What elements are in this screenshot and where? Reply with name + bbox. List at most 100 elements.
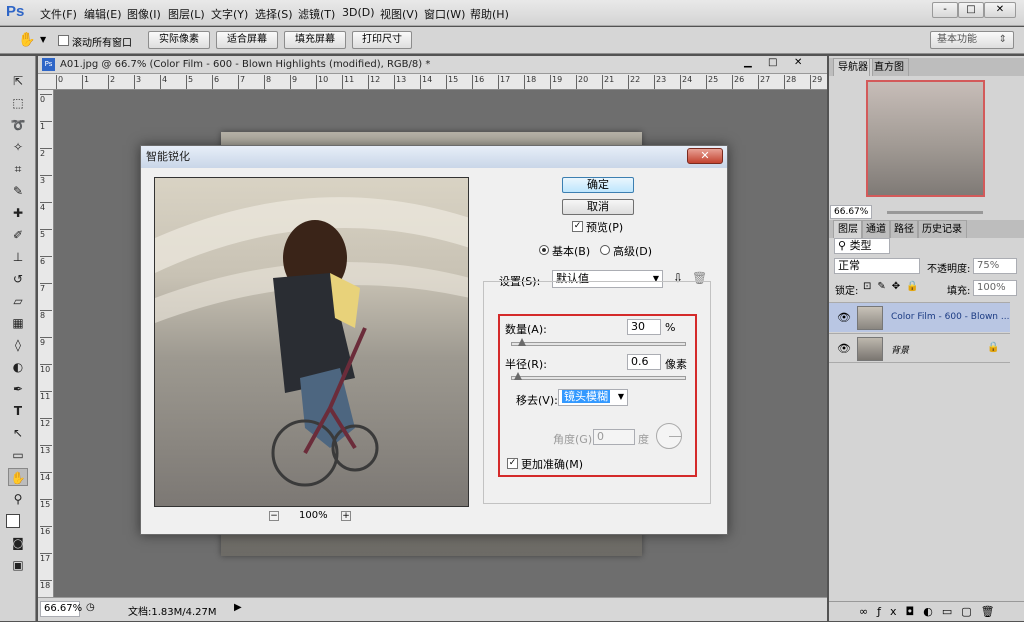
doc-close-icon[interactable]: ✕	[794, 57, 802, 68]
menu-help[interactable]: 帮助(H)	[470, 6, 509, 22]
eye-icon[interactable]: 👁	[837, 311, 851, 324]
more-accurate-checkbox[interactable]: ✓	[507, 458, 518, 469]
angle-dial[interactable]	[656, 423, 682, 449]
radius-field[interactable]: 0.6	[627, 354, 661, 370]
menu-window[interactable]: 窗口(W)	[424, 6, 465, 22]
eyedropper-tool-icon[interactable]: ✎	[8, 182, 28, 200]
layer-filter-select[interactable]: ⚲ 类型	[834, 238, 890, 254]
history-brush-icon[interactable]: ↺	[8, 270, 28, 288]
doc-minimize-icon[interactable]: ▁	[744, 57, 752, 68]
menu-3d[interactable]: 3D(D)	[342, 6, 375, 19]
preview-image[interactable]	[154, 177, 469, 507]
layer-row[interactable]: 👁 背景 🔒	[829, 333, 1010, 363]
stamp-tool-icon[interactable]: ⊥	[8, 248, 28, 266]
actual-pixels-button[interactable]: 实际像素	[148, 31, 210, 49]
opacity-field[interactable]: 75%	[973, 258, 1017, 274]
preview-checkbox[interactable]: ✓	[572, 221, 583, 232]
navigator-thumbnail[interactable]	[866, 80, 985, 197]
foreground-color[interactable]	[6, 514, 20, 528]
menu-layer[interactable]: 图层(L)	[168, 6, 205, 22]
lasso-tool-icon[interactable]: ➰	[8, 116, 28, 134]
doc-maximize-icon[interactable]: □	[768, 57, 777, 68]
healing-tool-icon[interactable]: ✚	[8, 204, 28, 222]
hand-tool-icon[interactable]: ✋	[18, 32, 35, 48]
scroll-all-label: 滚动所有窗口	[72, 38, 132, 49]
ruler-tick-label: 8	[40, 310, 52, 320]
ruler-tick-label: 23	[654, 75, 666, 89]
angle-field[interactable]: 0	[593, 429, 635, 445]
amount-slider-knob[interactable]	[517, 338, 526, 346]
preview-zoom-out-button[interactable]: −	[269, 511, 279, 521]
eraser-tool-icon[interactable]: ▱	[8, 292, 28, 310]
basic-radio[interactable]	[539, 245, 549, 255]
fit-screen-button[interactable]: 适合屏幕	[216, 31, 278, 49]
radius-slider-knob[interactable]	[514, 372, 522, 380]
ruler-tick-label: 14	[40, 472, 52, 482]
menu-edit[interactable]: 编辑(E)	[84, 6, 122, 22]
layer-name[interactable]: Color Film - 600 - Blown ...	[891, 312, 1009, 322]
preview-zoom-in-button[interactable]: +	[341, 511, 351, 521]
scroll-all-checkbox[interactable]	[58, 35, 69, 46]
screen-mode-icon[interactable]: ▣	[8, 556, 28, 574]
path-select-icon[interactable]: ↖	[8, 424, 28, 442]
shape-tool-icon[interactable]: ▭	[8, 446, 28, 464]
tab-history[interactable]: 历史记录	[917, 220, 967, 238]
tab-layers[interactable]: 图层	[833, 220, 863, 238]
tab-channels[interactable]: 通道	[861, 220, 891, 238]
gradient-tool-icon[interactable]: ▦	[8, 314, 28, 332]
blur-tool-icon[interactable]: ◊	[8, 336, 28, 354]
navigator-zoom-slider[interactable]	[887, 211, 983, 214]
brush-tool-icon[interactable]: ✐	[8, 226, 28, 244]
menu-view[interactable]: 视图(V)	[380, 6, 418, 22]
ruler-tick-label: 6	[212, 75, 219, 89]
menu-file[interactable]: 文件(F)	[40, 6, 77, 22]
fill-field[interactable]: 100%	[973, 280, 1017, 296]
navigator-tabs: 导航器 直方图	[829, 58, 1024, 76]
ok-button[interactable]: 确定	[562, 177, 634, 193]
ruler-tick-label: 9	[290, 75, 297, 89]
document-tab[interactable]: Ps A01.jpg @ 66.7% (Color Film - 600 - B…	[38, 56, 827, 74]
zoom-field[interactable]: 66.67%	[40, 601, 82, 617]
chevron-down-icon[interactable]: ▼	[40, 35, 46, 44]
dodge-tool-icon[interactable]: ◐	[8, 358, 28, 376]
navigator-zoom-field[interactable]: 66.67%	[830, 205, 872, 219]
blend-mode-select[interactable]: 正常	[834, 258, 920, 274]
lock-icons[interactable]: ⊡✎✥🔒	[863, 281, 925, 292]
amount-field[interactable]: 30	[627, 319, 661, 335]
tab-navigator[interactable]: 导航器	[833, 58, 873, 76]
triangle-right-icon[interactable]: ▶	[234, 602, 242, 613]
radius-slider[interactable]	[511, 376, 686, 380]
quick-mask-icon[interactable]: ◙	[8, 534, 28, 552]
cancel-button[interactable]: 取消	[562, 199, 634, 215]
close-button[interactable]: ✕	[984, 2, 1016, 18]
menu-type[interactable]: 文字(Y)	[211, 6, 248, 22]
pen-tool-icon[interactable]: ✒	[8, 380, 28, 398]
layer-name[interactable]: 背景	[891, 343, 909, 356]
ruler-tick-label: 5	[186, 75, 193, 89]
tab-paths[interactable]: 路径	[889, 220, 919, 238]
zoom-tool-icon[interactable]: ⚲	[8, 490, 28, 508]
eye-icon[interactable]: 👁	[837, 342, 851, 355]
move-tool-icon[interactable]: ⇱	[8, 72, 28, 90]
quick-select-tool-icon[interactable]: ✧	[8, 138, 28, 156]
maximize-button[interactable]: □	[958, 2, 984, 18]
print-size-button[interactable]: 打印尺寸	[352, 31, 412, 49]
dialog-close-button[interactable]: ✕	[687, 148, 723, 164]
advanced-radio[interactable]	[600, 245, 610, 255]
workspace-select[interactable]: 基本功能 ⇕	[930, 31, 1014, 49]
menu-image[interactable]: 图像(I)	[127, 6, 161, 22]
layer-footer-icons[interactable]: ∞ƒx◘◐▭▢🗑	[829, 601, 1024, 621]
layer-row[interactable]: 👁 Color Film - 600 - Blown ...	[829, 302, 1010, 332]
basic-label: 基本(B)	[552, 245, 591, 258]
remove-select[interactable]: 镜头模糊 ▼	[558, 389, 628, 406]
type-tool-icon[interactable]: T	[8, 402, 28, 420]
minimize-button[interactable]: -	[932, 2, 958, 18]
menu-select[interactable]: 选择(S)	[255, 6, 293, 22]
menu-filter[interactable]: 滤镜(T)	[298, 6, 335, 22]
amount-slider[interactable]	[511, 342, 686, 346]
marquee-tool-icon[interactable]: ⬚	[8, 94, 28, 112]
fill-screen-button[interactable]: 填充屏幕	[284, 31, 346, 49]
tab-histogram[interactable]: 直方图	[869, 58, 909, 76]
crop-tool-icon[interactable]: ⌗	[8, 160, 28, 178]
hand-tool-icon[interactable]: ✋	[8, 468, 28, 486]
